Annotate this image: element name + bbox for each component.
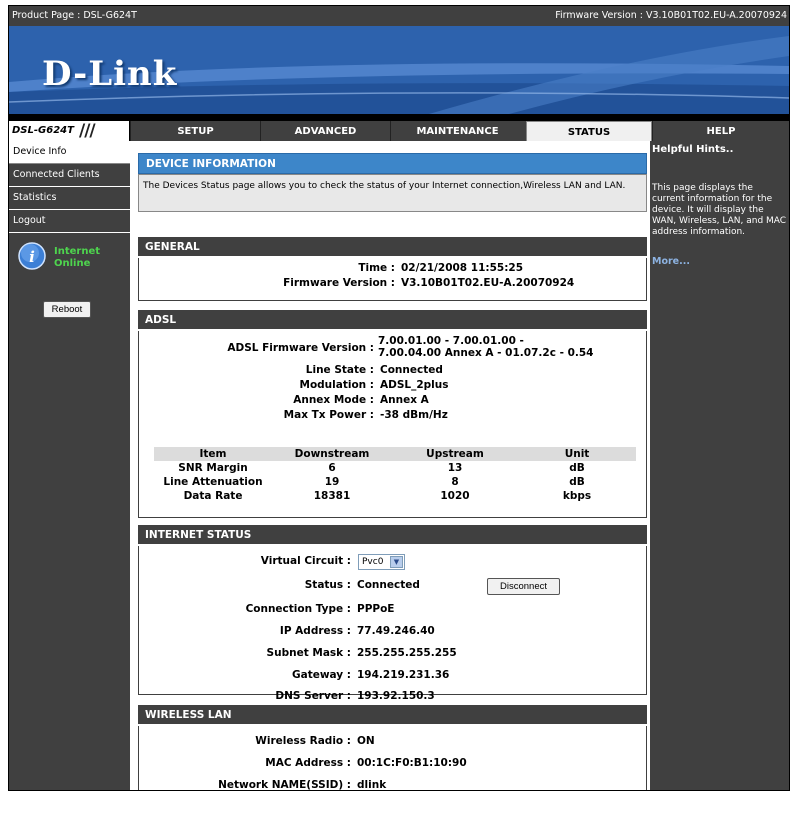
table-row: Data Rate 18381 1020 kbps [154, 489, 636, 503]
virtual-circuit-label: Virtual Circuit : [260, 555, 351, 567]
virtual-circuit-value: Pvc0 [362, 557, 384, 567]
adsl-fw-value: 7.00.01.00 - 7.00.01.00 - 7.00.04.00 Ann… [378, 335, 594, 359]
status-label: Status : [304, 579, 351, 591]
table-cell: kbps [562, 490, 592, 502]
help-text: This page displays the current informati… [652, 183, 787, 237]
modulation-value: ADSL_2plus [380, 379, 449, 391]
tab-advanced[interactable]: ADVANCED [260, 121, 390, 142]
sidebar-item-connected-clients[interactable]: Connected Clients [9, 164, 130, 187]
column-header: Unit [518, 447, 636, 461]
online-label: Online [54, 258, 91, 269]
sidebar-item-statistics[interactable]: Statistics [9, 187, 130, 210]
modulation-label: Modulation : [299, 379, 375, 391]
general-title: GENERAL [138, 237, 647, 258]
table-row: Line Attenuation 19 8 dB [154, 475, 636, 489]
time-value: 02/21/2008 11:55:25 [401, 262, 524, 274]
internet-status-section: INTERNET STATUS Virtual Circuit : Pvc0 ▼… [138, 525, 647, 702]
dns-server-value: 193.92.150.3 [357, 690, 435, 702]
table-cell: dB [569, 476, 585, 488]
max-tx-power-value: -38 dBm/Hz [380, 409, 448, 421]
subnet-mask-label: Subnet Mask : [266, 647, 351, 659]
ssid-value: dlink [357, 779, 387, 791]
time-label: Time : [358, 262, 395, 274]
annex-mode-value: Annex A [380, 394, 429, 406]
chevron-down-icon[interactable]: ▼ [390, 556, 403, 568]
helpful-hints-title: Helpful Hints.. [652, 144, 734, 155]
adsl-section: ADSL ADSL Firmware Version : 7.00.01.00 … [138, 310, 647, 518]
router-page: Product Page : DSL-G624T Firmware Versio… [8, 5, 790, 791]
line-state-value: Connected [380, 364, 443, 376]
model-badge: DSL-G624T /// [9, 121, 130, 142]
adsl-stats-table: Item Downstream Upstream Unit SNR Margin… [154, 447, 636, 503]
table-cell: SNR Margin [178, 462, 248, 474]
ssid-label: Network NAME(SSID) : [218, 779, 351, 791]
status-value: Connected [357, 579, 420, 591]
table-cell: 1020 [440, 490, 470, 502]
subnet-mask-value: 255.255.255.255 [357, 647, 457, 659]
column-header: Downstream [272, 447, 392, 461]
tab-setup[interactable]: SETUP [130, 121, 260, 142]
annex-mode-label: Annex Mode : [293, 394, 374, 406]
adsl-fw-label: ADSL Firmware Version : [227, 342, 374, 354]
column-header: Item [154, 447, 272, 461]
svg-text:i: i [29, 248, 35, 266]
column-header: Upstream [392, 447, 518, 461]
line-state-label: Line State : [305, 364, 374, 376]
tab-status[interactable]: STATUS [526, 121, 652, 142]
table-cell: 13 [447, 462, 463, 474]
firmware-value: V3.10B01T02.EU-A.20070924 [401, 277, 575, 289]
ip-address-value: 77.49.246.40 [357, 625, 435, 637]
gateway-label: Gateway : [291, 669, 351, 681]
general-section: GENERAL Time : 02/21/2008 11:55:25 Firmw… [138, 237, 647, 301]
firmware-version-label: Firmware Version : V3.10B01T02.EU-A.2007… [555, 10, 787, 21]
table-cell: 8 [451, 476, 459, 488]
top-navigation: DSL-G624T /// SETUP ADVANCED MAINTENANCE… [9, 120, 789, 142]
more-link[interactable]: More... [652, 256, 690, 267]
device-info-title: DEVICE INFORMATION [138, 153, 647, 174]
wireless-radio-value: ON [357, 735, 375, 747]
firmware-label: Firmware Version : [283, 277, 395, 289]
dlink-logo: D-Link [42, 54, 178, 94]
main-content: DEVICE INFORMATION The Devices Status pa… [130, 141, 650, 791]
gateway-value: 194.219.231.36 [357, 669, 450, 681]
model-name: DSL-G624T [12, 125, 74, 136]
info-globe-icon: i [18, 242, 46, 270]
connection-type-label: Connection Type : [245, 603, 351, 615]
table-cell: 6 [328, 462, 336, 474]
sidebar-item-device-info[interactable]: Device Info [9, 141, 130, 164]
brand-banner: D-Link [9, 26, 789, 114]
internet-status-indicator: i Internet Online [17, 241, 127, 277]
table-cell: Line Attenuation [163, 476, 263, 488]
wireless-radio-label: Wireless Radio : [255, 735, 351, 747]
device-info-description: The Devices Status page allows you to ch… [138, 174, 647, 212]
product-page-label: Product Page : DSL-G624T [12, 10, 137, 21]
top-info-bar: Product Page : DSL-G624T Firmware Versio… [9, 6, 789, 26]
table-row: SNR Margin 6 13 dB [154, 461, 636, 475]
table-cell: 19 [324, 476, 340, 488]
internet-label: Internet [54, 246, 101, 257]
disconnect-button[interactable]: Disconnect [487, 578, 560, 595]
table-cell: dB [569, 462, 585, 474]
reboot-button[interactable]: Reboot [43, 301, 91, 318]
dns-server-label: DNS Server : [275, 690, 351, 702]
mac-address-value: 00:1C:F0:B1:10:90 [357, 757, 467, 769]
tab-maintenance[interactable]: MAINTENANCE [390, 121, 524, 142]
connection-type-value: PPPoE [357, 603, 395, 615]
wireless-lan-section: WIRELESS LAN Wireless Radio : ON MAC Add… [138, 705, 647, 791]
table-cell: Data Rate [183, 490, 243, 502]
table-header-row: Item Downstream Upstream Unit [154, 447, 636, 461]
sidebar-item-logout[interactable]: Logout [9, 210, 130, 233]
sidebar: Device Info Connected Clients Statistics… [9, 141, 130, 790]
help-panel: Helpful Hints.. This page displays the c… [650, 141, 789, 790]
device-info-section: DEVICE INFORMATION The Devices Status pa… [138, 153, 647, 212]
wireless-lan-title: WIRELESS LAN [138, 705, 647, 726]
adsl-title: ADSL [138, 310, 647, 331]
ip-address-label: IP Address : [279, 625, 351, 637]
mac-address-label: MAC Address : [265, 757, 351, 769]
max-tx-power-label: Max Tx Power : [283, 409, 374, 421]
table-cell: 18381 [313, 490, 351, 502]
internet-status-title: INTERNET STATUS [138, 525, 647, 546]
tab-help[interactable]: HELP [652, 121, 789, 142]
virtual-circuit-select[interactable]: Pvc0 ▼ [358, 554, 405, 570]
